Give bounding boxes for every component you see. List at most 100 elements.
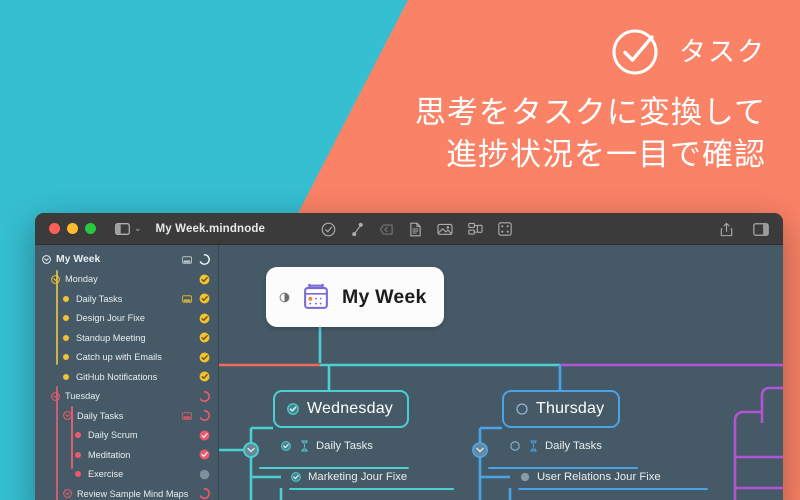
outline-row-label: Review Sample Mind Maps — [77, 488, 189, 499]
row-bullet-icon — [63, 354, 69, 361]
row-bullet-icon — [63, 334, 69, 341]
child-node-marketing-jour-fixe[interactable]: Marketing Jour Fixe — [291, 471, 407, 483]
image-icon[interactable] — [437, 222, 453, 236]
check-yellow-icon[interactable] — [199, 352, 210, 363]
child-label-wednesday-daily-tasks: Daily Tasks — [316, 440, 373, 452]
unchecked-filled-circle-icon[interactable] — [520, 472, 530, 482]
note-tag-icon — [182, 256, 192, 264]
check-red-icon[interactable] — [199, 430, 210, 441]
checked-circle-icon[interactable] — [291, 472, 301, 482]
close-window-button[interactable] — [49, 223, 60, 234]
outline-row-daily-scrum[interactable]: Daily Scrum — [35, 426, 218, 446]
hero-badge-row: タスク — [415, 24, 766, 80]
progress-red-icon[interactable] — [199, 390, 210, 402]
traffic-light-controls[interactable] — [49, 223, 96, 234]
outline-row-list: My Week Monday Daily Tasks Design Jour Fixe… — [35, 250, 218, 500]
check-red-icon[interactable] — [199, 449, 210, 460]
note-tag-icon — [182, 412, 192, 420]
toolbar-right-tools — [720, 213, 769, 245]
task-check-icon[interactable] — [321, 222, 336, 237]
chevron-down-icon: ⌄ — [134, 223, 142, 233]
outline-row-label: Standup Meeting — [76, 332, 146, 343]
branch-title-wednesday: Wednesday — [307, 400, 394, 417]
child-node-user-relations-jour-fixe[interactable]: User Relations Jour Fixe — [520, 471, 661, 483]
child-node-wednesday-daily-tasks[interactable]: Daily Tasks — [281, 440, 373, 453]
outline-row-label: Daily Tasks — [77, 410, 124, 421]
disclosure-triangle-icon[interactable] — [63, 411, 72, 421]
root-node-my-week[interactable]: My Week — [266, 267, 444, 327]
underline-thursday-daily-tasks — [488, 467, 638, 469]
branch-node-wednesday[interactable]: Wednesday — [273, 390, 410, 428]
outline-row-label: GitHub Notifications — [76, 371, 158, 382]
focus-box-icon[interactable] — [498, 222, 512, 236]
check-yellow-icon[interactable] — [199, 371, 210, 382]
hourglass-icon — [301, 440, 308, 452]
disclosure-triangle-icon[interactable] — [51, 274, 60, 284]
unchecked-circle-icon[interactable] — [516, 403, 528, 415]
disclosure-triangle-icon[interactable] — [51, 391, 60, 401]
hourglass-icon — [530, 440, 537, 452]
row-bullet-icon — [75, 432, 81, 439]
share-icon[interactable] — [720, 222, 733, 237]
outline-row-label: My Week — [56, 254, 101, 266]
row-bullet-icon — [63, 315, 69, 322]
branch-title-thursday: Thursday — [536, 400, 605, 417]
note-document-icon[interactable] — [409, 222, 422, 237]
mindmap-canvas[interactable]: My Week Wednesday Daily Tasks Marketing … — [219, 245, 783, 500]
outline-row-monday[interactable]: Monday — [35, 270, 218, 290]
outline-row-label: Catch up with Emails — [76, 352, 162, 363]
row-bullet-icon — [63, 295, 69, 302]
outline-row-daily-tasks[interactable]: Daily Tasks — [35, 289, 218, 309]
progress-red-icon[interactable] — [199, 488, 210, 500]
check-yellow-icon[interactable] — [199, 293, 210, 304]
mindnode-app-window: ⌄ My Week.mindnode My Week Monday Daily … — [35, 213, 783, 500]
check-yellow-icon[interactable] — [199, 313, 210, 324]
outline-sidebar[interactable]: My Week Monday Daily Tasks Design Jour Fixe… — [35, 245, 219, 500]
window-titlebar: ⌄ My Week.mindnode — [35, 213, 783, 245]
branch-node-thursday[interactable]: Thursday — [502, 390, 621, 428]
child-label-thursday-daily-tasks: Daily Tasks — [545, 440, 602, 452]
root-node-title: My Week — [342, 285, 427, 308]
inspector-panel-icon[interactable] — [753, 222, 769, 236]
outline-row-catch-up-with-emails[interactable]: Catch up with Emails — [35, 348, 218, 368]
zoom-window-button[interactable] — [85, 223, 96, 234]
progress-white-icon[interactable] — [199, 254, 210, 266]
unchecked-circle-icon[interactable] — [510, 441, 520, 452]
outline-row-daily-tasks[interactable]: Daily Tasks — [35, 406, 218, 426]
progress-partial-icon[interactable] — [279, 292, 290, 303]
outline-row-standup-meeting[interactable]: Standup Meeting — [35, 328, 218, 348]
progress-red-icon[interactable] — [199, 410, 210, 422]
outline-row-label: Daily Scrum — [88, 430, 138, 441]
node-layout-icon[interactable] — [468, 222, 483, 236]
hero-line-1: 思考をタスクに変換して — [414, 95, 766, 130]
underline-user-relations-jour-fixe — [518, 488, 708, 490]
child-node-thursday-daily-tasks[interactable]: Daily Tasks — [510, 440, 602, 453]
sidebar-toggle-button[interactable]: ⌄ — [115, 222, 142, 235]
outline-row-label: Monday — [65, 274, 98, 285]
minimize-window-button[interactable] — [67, 223, 78, 234]
outline-row-design-jour-fixe[interactable]: Design Jour Fixe — [35, 309, 218, 329]
back-shape-icon[interactable] — [379, 222, 394, 237]
outline-row-github-notifications[interactable]: GitHub Notifications — [35, 367, 218, 387]
empty-circle-icon[interactable] — [199, 469, 210, 480]
check-yellow-icon[interactable] — [199, 274, 210, 285]
disclosure-triangle-icon[interactable] — [63, 489, 72, 499]
hero-badge-label: タスク — [679, 36, 766, 67]
connection-icon[interactable] — [351, 222, 364, 237]
disclosure-triangle-icon[interactable] — [42, 255, 51, 265]
checked-circle-icon[interactable] — [287, 403, 299, 415]
calendar-icon — [304, 283, 328, 309]
outline-row-meditation[interactable]: Meditation — [35, 445, 218, 465]
check-yellow-icon[interactable] — [199, 332, 210, 343]
outline-row-label: Meditation — [88, 449, 131, 460]
checked-circle-icon[interactable] — [281, 441, 291, 452]
outline-row-my-week[interactable]: My Week — [35, 250, 218, 270]
row-bullet-icon — [75, 451, 81, 458]
outline-row-tuesday[interactable]: Tuesday — [35, 387, 218, 407]
outline-row-label: Design Jour Fixe — [76, 313, 145, 324]
child-label-user-relations-jour-fixe: User Relations Jour Fixe — [537, 471, 661, 483]
child-label-marketing-jour-fixe: Marketing Jour Fixe — [308, 471, 408, 483]
outline-row-review-sample-mind-maps[interactable]: Review Sample Mind Maps — [35, 484, 218, 500]
underline-wednesday-daily-tasks — [259, 467, 409, 469]
outline-row-exercise[interactable]: Exercise — [35, 465, 218, 485]
